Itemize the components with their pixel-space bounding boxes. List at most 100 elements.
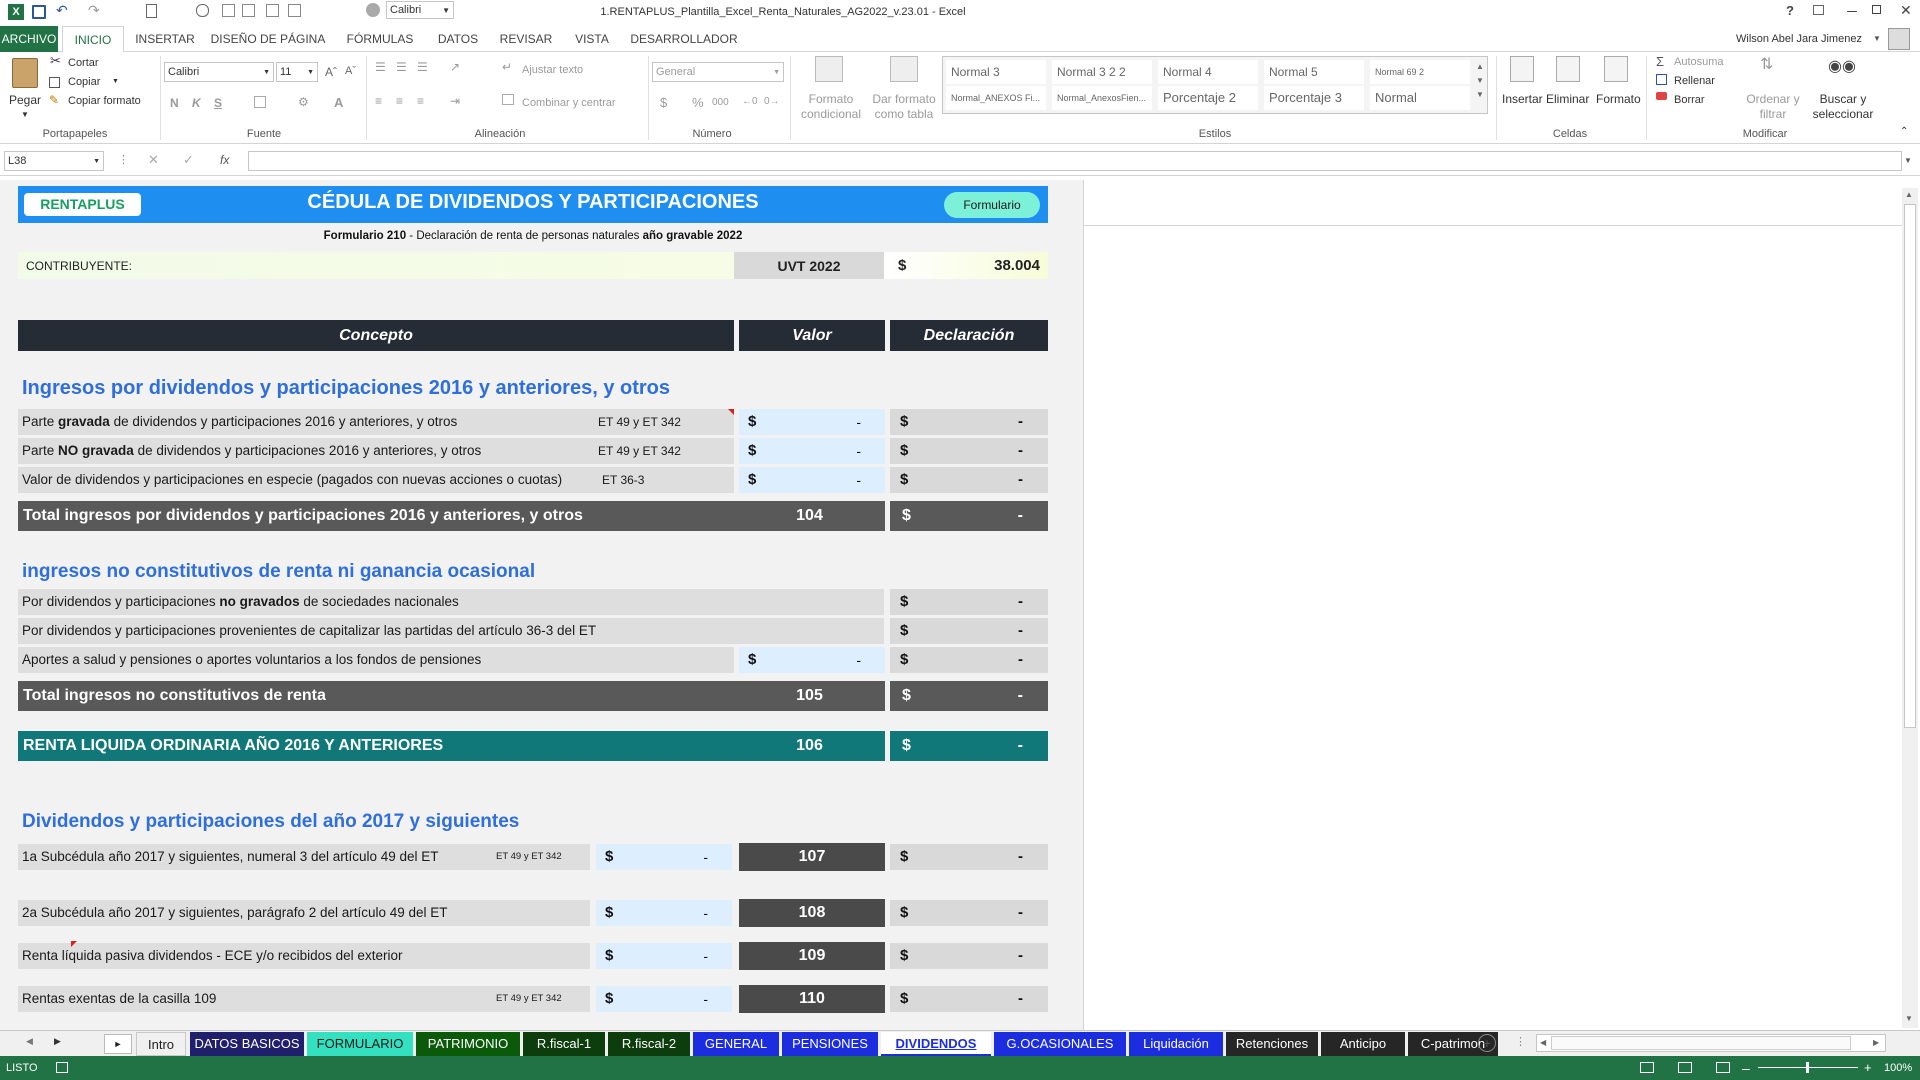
sheet-tab[interactable]: GENERAL	[693, 1032, 779, 1056]
format-cells-button[interactable]: Formato	[1596, 92, 1641, 106]
insert-cells-button[interactable]: Insertar	[1502, 92, 1543, 106]
align-top-icon[interactable]: ☰	[375, 60, 386, 74]
align-middle-icon[interactable]: ☰	[396, 60, 407, 74]
scroll-up-icon[interactable]: ▲	[1905, 190, 1913, 199]
sheet-tab[interactable]: R.fiscal-2	[608, 1032, 690, 1056]
value-input[interactable]: $ -	[739, 438, 885, 464]
formula-options-icon[interactable]: ⋮	[118, 153, 129, 166]
table-row[interactable]: Por dividendos y participaciones proveni…	[18, 618, 884, 644]
tab-more-icon[interactable]: ►	[104, 1034, 132, 1054]
merge-center-button[interactable]: Combinar y centrar	[522, 97, 616, 109]
binoculars-icon[interactable]: ◉◉	[1828, 56, 1856, 76]
indent-icon[interactable]: ⇥	[450, 94, 460, 108]
enter-icon[interactable]: ✓	[183, 152, 194, 168]
help-icon[interactable]: ?	[1786, 3, 1794, 18]
font-size-select[interactable]: 11 ▼	[276, 62, 318, 82]
borders-icon[interactable]	[254, 96, 266, 108]
fill-button[interactable]: Rellenar	[1674, 75, 1715, 87]
chevron-down-icon[interactable]: ▼	[1873, 34, 1881, 43]
font-color-icon[interactable]: A	[334, 95, 343, 110]
align-right-icon[interactable]: ≡	[417, 94, 424, 108]
ribbon-display-icon[interactable]	[1813, 5, 1824, 15]
vertical-scrollbar[interactable]: ▲ ▼	[1902, 188, 1918, 1028]
value-input[interactable]: $ -	[596, 900, 732, 926]
conditional-format-button[interactable]: Formato condicional	[800, 92, 862, 122]
sort-filter-icon[interactable]: ⇅	[1760, 54, 1773, 74]
delete-cells-icon[interactable]	[1556, 56, 1580, 82]
fill-icon[interactable]	[1656, 74, 1667, 85]
sort-filter-button[interactable]: Ordenar y filtrar	[1746, 92, 1800, 122]
tab-inicio[interactable]: INICIO	[62, 26, 124, 53]
style-normal-3-2-2[interactable]: Normal 3 2 2	[1052, 60, 1152, 84]
scroll-left-icon[interactable]: ◀	[1540, 1038, 1546, 1047]
format-painter-button[interactable]: Copiar formato	[68, 95, 141, 107]
value-input[interactable]: $ -	[596, 943, 732, 969]
name-box[interactable]: L38 ▼	[4, 151, 104, 171]
paste-button[interactable]: Pegar	[9, 93, 41, 107]
zoom-level[interactable]: 100%	[1884, 1056, 1912, 1080]
fill-color-icon[interactable]: ⚙	[298, 95, 309, 109]
gallery-scroll-icon[interactable]: ▲ ▼ ▼	[1476, 60, 1484, 102]
tab-scroll-left-icon[interactable]: ◀	[26, 1036, 33, 1047]
clear-button[interactable]: Borrar	[1674, 94, 1705, 106]
scroll-down-icon[interactable]: ▼	[1905, 1014, 1913, 1023]
collapse-ribbon-icon[interactable]: ⌃	[1900, 126, 1908, 137]
percent-button[interactable]: %	[692, 95, 704, 110]
tab-datos[interactable]: DATOS	[430, 26, 486, 52]
table-format-button[interactable]: Dar formato como tabla	[866, 92, 942, 122]
sheet-tab[interactable]: PATRIMONIO	[416, 1032, 520, 1056]
worksheet[interactable]: RENTAPLUS CÉDULA DE DIVIDENDOS Y PARTICI…	[0, 180, 1920, 1030]
align-center-icon[interactable]: ≡	[396, 94, 403, 108]
shrink-font-icon[interactable]: Aˇ	[345, 65, 356, 77]
tab-desarrollador[interactable]: DESARROLLADOR	[626, 26, 742, 52]
number-format-select[interactable]: General ▼	[652, 62, 784, 82]
page-layout-icon[interactable]	[1678, 1062, 1692, 1073]
form-button[interactable]: Formulario	[944, 192, 1040, 218]
italic-icon[interactable]: K	[192, 96, 201, 110]
thousands-button[interactable]: 000	[712, 97, 729, 108]
tab-scroll-right-icon[interactable]: ▶	[54, 1036, 61, 1047]
add-sheet-icon[interactable]: +	[1478, 1034, 1496, 1052]
user-name[interactable]: Wilson Abel Jara Jimenez	[1736, 33, 1862, 45]
table-format-icon[interactable]	[890, 56, 918, 82]
insert-cells-icon[interactable]	[1510, 56, 1534, 82]
style-porcentaje-2[interactable]: Porcentaje 2	[1158, 86, 1258, 110]
horizontal-scrollbar[interactable]: ◀ ▶	[1536, 1034, 1886, 1052]
wrap-text-icon[interactable]: ↵	[502, 60, 512, 74]
tab-formulas[interactable]: FÓRMULAS	[340, 26, 420, 52]
scroll-thumb[interactable]	[1904, 204, 1916, 728]
avatar[interactable]	[1888, 28, 1910, 50]
formula-input[interactable]	[248, 151, 1902, 171]
value-input[interactable]: $ -	[596, 844, 732, 870]
grow-font-icon[interactable]: Aˆ	[325, 65, 337, 79]
chevron-down-icon[interactable]: ▼	[112, 78, 119, 85]
value-input[interactable]: $ -	[596, 986, 732, 1012]
sheet-tab[interactable]: FORMULARIO	[307, 1032, 413, 1056]
page-break-icon[interactable]	[1716, 1062, 1730, 1073]
value-input[interactable]: $ -	[739, 647, 885, 673]
sheet-tab[interactable]: Liquidación	[1129, 1032, 1223, 1056]
table-row[interactable]: 2a Subcédula año 2017 y siguientes, pará…	[18, 900, 590, 926]
conditional-format-icon[interactable]	[815, 56, 843, 82]
autosum-icon[interactable]: Σ	[1656, 54, 1664, 69]
cancel-icon[interactable]: ✕	[148, 152, 159, 168]
format-cells-icon[interactable]	[1604, 56, 1628, 82]
bold-icon[interactable]: N	[170, 96, 179, 110]
sheet-tab[interactable]: Intro	[136, 1032, 186, 1056]
table-row[interactable]: Por dividendos y participaciones no grav…	[18, 589, 884, 615]
expand-formula-icon[interactable]: ▼	[1904, 156, 1912, 165]
sheet-tab[interactable]: DATOS BASICOS	[190, 1032, 304, 1056]
sheet-tab[interactable]: DIVIDENDOS	[881, 1032, 991, 1056]
style-normal[interactable]: Normal	[1370, 86, 1470, 110]
normal-view-icon[interactable]	[1640, 1062, 1654, 1073]
value-input[interactable]: $ -	[739, 409, 885, 435]
style-normal-anexos-fien[interactable]: Normal_AnexosFien...	[1052, 86, 1152, 110]
style-normal-5[interactable]: Normal 5	[1264, 60, 1364, 84]
autosum-button[interactable]: Autosuma	[1674, 56, 1724, 68]
macro-record-icon[interactable]	[56, 1062, 68, 1073]
merge-icon[interactable]	[502, 94, 514, 105]
sheet-tab[interactable]: Anticipo	[1321, 1032, 1405, 1056]
paste-chevron-icon[interactable]: ▼	[21, 110, 29, 119]
zoom-thumb[interactable]	[1806, 1062, 1809, 1073]
tab-vista[interactable]: VISTA	[566, 26, 618, 52]
